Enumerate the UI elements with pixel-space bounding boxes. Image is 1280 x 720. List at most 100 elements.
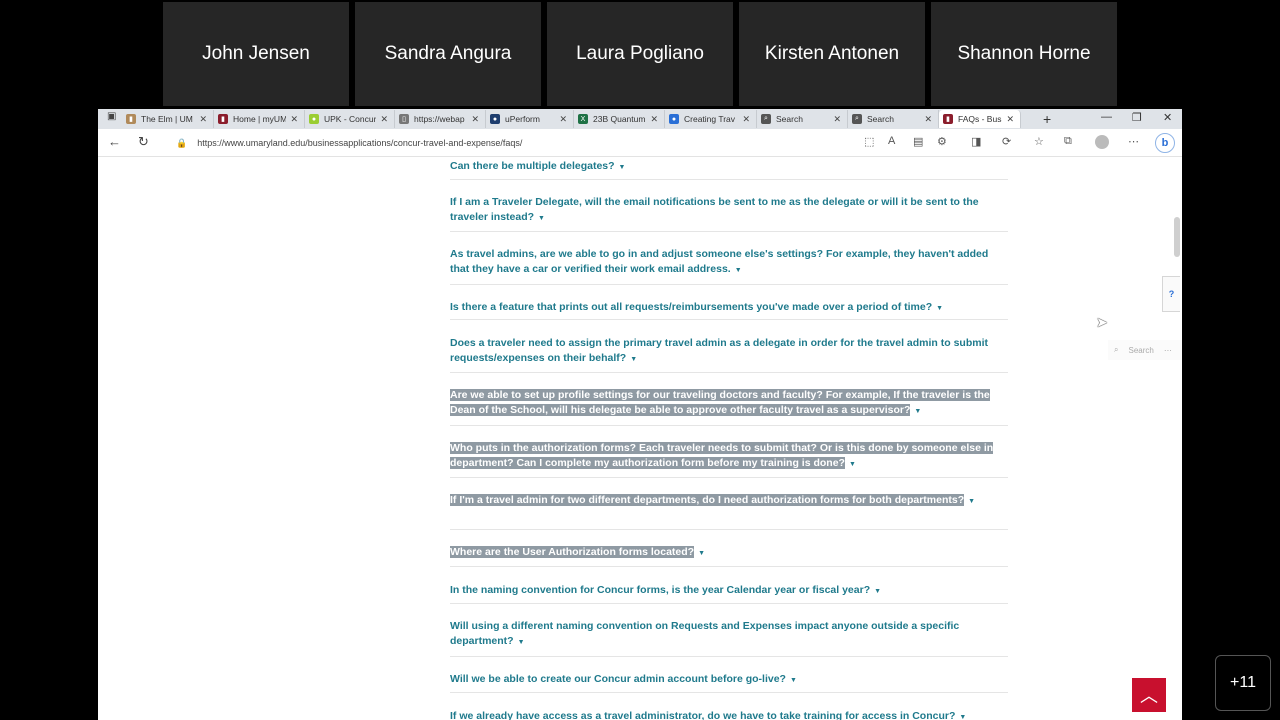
browser-tab[interactable]: ▮ The Elm | UM ✕ xyxy=(122,110,214,128)
tracking-icon[interactable]: ◨ xyxy=(971,135,981,148)
faq-divider xyxy=(450,372,1008,373)
sidebar-search[interactable]: ⌕ Search ⋯ xyxy=(1108,340,1182,360)
faq-divider xyxy=(450,656,1008,657)
tab-favicon-icon: ▮ xyxy=(943,114,953,124)
more-icon[interactable]: ⋯ xyxy=(1164,346,1172,355)
faq-question-text: Is there a feature that prints out all r… xyxy=(450,301,933,313)
help-button[interactable]: ? xyxy=(1162,276,1180,312)
back-icon[interactable]: ← xyxy=(108,134,121,149)
more-participants-count: +11 xyxy=(1230,674,1256,691)
tab-title: Search xyxy=(867,114,894,124)
read-aloud-icon[interactable]: A xyxy=(888,135,895,147)
tab-title: UPK - Concur xyxy=(324,114,377,124)
browser-tab[interactable]: ● UPK - Concur ✕ xyxy=(305,110,395,128)
participant-tile[interactable]: Shannon Horne xyxy=(931,2,1117,106)
close-tab-icon[interactable]: ✕ xyxy=(924,114,932,125)
favorites-icon[interactable]: ☆ xyxy=(1034,135,1044,148)
faq-question-text: Will we be able to create our Concur adm… xyxy=(450,673,786,685)
browser-tab[interactable]: ▮ Home | myUM ✕ xyxy=(214,110,305,128)
tab-actions-icon[interactable]: ▣ xyxy=(107,111,116,122)
browser-tab[interactable]: ● uPerform ✕ xyxy=(486,110,574,128)
close-tab-icon[interactable]: ✕ xyxy=(833,114,841,125)
browser-tab[interactable]: ▮ FAQs - Busin ✕ xyxy=(939,110,1021,128)
tab-favicon-icon: ● xyxy=(490,114,500,124)
new-tab-icon[interactable]: + xyxy=(1043,111,1051,127)
faq-divider xyxy=(450,179,1008,180)
back-to-top-button[interactable]: ︿ xyxy=(1132,678,1166,712)
close-tab-icon[interactable]: ✕ xyxy=(471,114,479,125)
expand-caret-icon: ▼ xyxy=(538,215,545,223)
close-tab-icon[interactable]: ✕ xyxy=(742,114,750,125)
faq-divider xyxy=(450,284,1008,285)
participant-tile[interactable]: Kirsten Antonen xyxy=(739,2,925,106)
navigation-bar: ← ↻ 🔒 https://www.umaryland.edu/business… xyxy=(98,129,1182,157)
participant-tile[interactable]: Laura Pogliano xyxy=(547,2,733,106)
search-icon: ⌕ xyxy=(1114,345,1119,354)
expand-caret-icon: ▼ xyxy=(936,305,944,312)
faq-question[interactable]: If I'm a travel admin for two different … xyxy=(450,493,1010,509)
faq-question-text: Does a traveler need to assign the prima… xyxy=(450,337,988,365)
bing-chat-icon[interactable]: b xyxy=(1155,133,1175,153)
close-tab-icon[interactable]: ✕ xyxy=(380,114,388,125)
refresh-icon[interactable]: ↻ xyxy=(138,134,149,150)
immersive-reader-icon[interactable]: ▤ xyxy=(913,135,923,148)
participant-tile[interactable]: Sandra Angura xyxy=(355,2,541,106)
participant-name: John Jensen xyxy=(202,43,310,64)
faq-question[interactable]: Will using a different naming convention… xyxy=(450,619,1010,651)
faq-question[interactable]: Does a traveler need to assign the prima… xyxy=(450,336,1010,368)
browser-tab[interactable]: ⌕ Search ✕ xyxy=(848,110,939,128)
browser-tab[interactable]: X 23B Quantum ✕ xyxy=(574,110,665,128)
close-tab-icon[interactable]: ✕ xyxy=(650,114,658,125)
faq-divider xyxy=(450,603,1008,604)
browser-tab[interactable]: ▯ https://webap ✕ xyxy=(395,110,486,128)
minimize-icon[interactable]: — xyxy=(1101,111,1112,123)
faq-question[interactable]: Is there a feature that prints out all r… xyxy=(450,300,1010,316)
more-participants-button[interactable]: +11 xyxy=(1215,655,1271,711)
restore-icon[interactable]: ❐ xyxy=(1132,111,1142,124)
faq-divider xyxy=(450,692,1008,693)
faq-question[interactable]: Can there be multiple delegates? ▼ xyxy=(450,159,1010,175)
faq-question[interactable]: Who puts in the authorization forms? Eac… xyxy=(450,441,1010,473)
faq-divider xyxy=(450,566,1008,567)
sync-icon[interactable]: ⟳ xyxy=(1002,135,1011,148)
app-available-icon[interactable]: ⬚ xyxy=(864,135,874,148)
browser-tab[interactable]: ⌕ Search ✕ xyxy=(757,110,848,128)
browser-tab[interactable]: ● Creating Trav ✕ xyxy=(665,110,757,128)
close-window-icon[interactable]: ✕ xyxy=(1163,111,1172,124)
faq-question[interactable]: Are we able to set up profile settings f… xyxy=(450,388,1010,420)
faq-question[interactable]: In the naming convention for Concur form… xyxy=(450,583,1010,599)
faq-question[interactable]: If I am a Traveler Delegate, will the em… xyxy=(450,195,1010,227)
participant-name: Sandra Angura xyxy=(384,43,512,64)
settings-more-icon[interactable]: ⋯ xyxy=(1128,135,1139,148)
faq-question[interactable]: Will we be able to create our Concur adm… xyxy=(450,672,1010,688)
profile-avatar[interactable] xyxy=(1095,135,1109,149)
faq-question[interactable]: If we already have access as a travel ad… xyxy=(450,709,1010,720)
tab-title: uPerform xyxy=(505,114,540,124)
close-tab-icon[interactable]: ✕ xyxy=(199,114,207,125)
address-bar[interactable]: 🔒 https://www.umaryland.edu/businessappl… xyxy=(176,133,956,153)
tab-title: Home | myUM xyxy=(233,114,287,124)
tab-favicon-icon: ▮ xyxy=(126,114,136,124)
faq-question[interactable]: Where are the User Authorization forms l… xyxy=(450,545,1010,561)
expand-caret-icon: ▼ xyxy=(630,356,638,364)
tab-title: The Elm | UM xyxy=(141,114,193,124)
participant-strip: John Jensen Sandra Angura Laura Pogliano… xyxy=(0,0,1280,108)
close-tab-icon[interactable]: ✕ xyxy=(559,114,567,125)
chevron-up-icon: ︿ xyxy=(1140,686,1158,706)
faq-question[interactable]: As travel admins, are we able to go in a… xyxy=(450,247,1010,279)
expand-caret-icon: ▼ xyxy=(698,550,706,557)
participant-tile[interactable]: John Jensen xyxy=(163,2,349,106)
url-text: https://www.umaryland.edu/businessapplic… xyxy=(197,138,523,148)
tab-favicon-icon: X xyxy=(578,114,588,124)
close-tab-icon[interactable]: ✕ xyxy=(1006,114,1014,125)
browser-window: ▣ ▮ The Elm | UM ✕ ▮ Home | myUM ✕ ● UPK - Conc… xyxy=(98,109,1182,720)
tab-favicon-icon: ▮ xyxy=(218,114,228,124)
scrollbar-thumb[interactable] xyxy=(1174,217,1180,257)
expand-caret-icon: ▼ xyxy=(959,714,967,720)
extension-icon[interactable]: ⚙ xyxy=(937,135,947,148)
close-tab-icon[interactable]: ✕ xyxy=(290,114,298,125)
mouse-cursor-icon: ➤ xyxy=(1096,314,1108,330)
tab-favicon-icon: ⌕ xyxy=(852,114,862,124)
faq-question-text: Are we able to set up profile settings f… xyxy=(450,389,990,417)
collections-icon[interactable]: ⧉ xyxy=(1064,135,1072,148)
